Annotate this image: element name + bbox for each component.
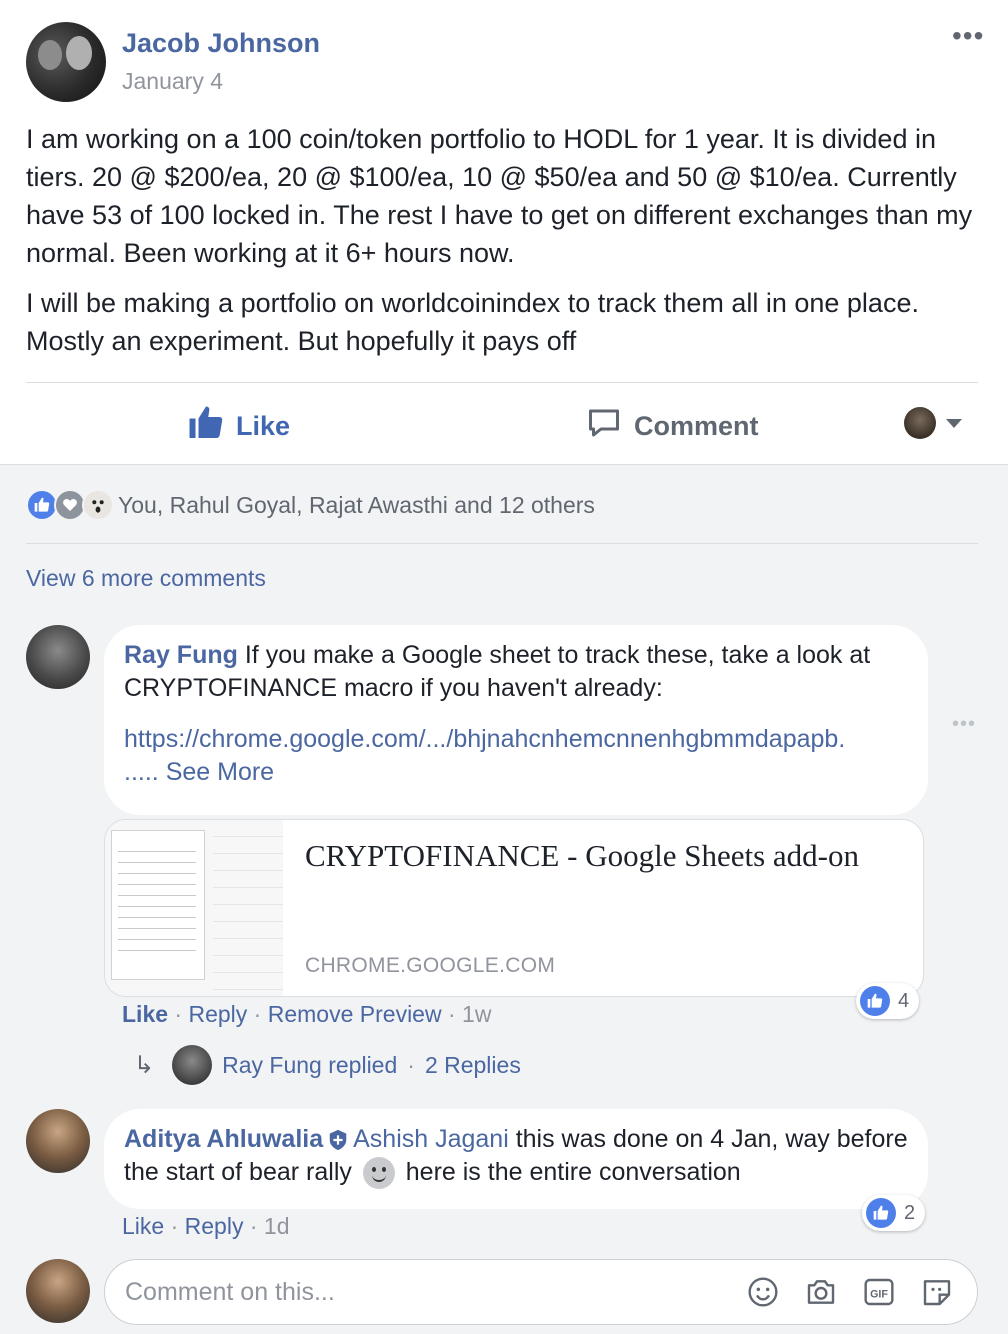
emoji-icon[interactable] — [745, 1274, 781, 1310]
like-icon — [866, 1198, 896, 1228]
comment-reply-link[interactable]: Reply — [188, 1001, 247, 1027]
post-author[interactable]: Jacob Johnson — [122, 28, 320, 59]
replies-count: 2 Replies — [424, 1051, 521, 1078]
current-user-avatar — [904, 407, 936, 439]
comment-button-label: Comment — [634, 411, 759, 441]
reactions-summary[interactable]: You, Rahul Goyal, Rajat Awasthi and 12 o… — [26, 489, 595, 521]
sticker-icon[interactable] — [919, 1274, 955, 1310]
action-bar: Like Comment — [0, 383, 1008, 464]
reaction-icons — [26, 489, 114, 521]
preview-thumbnail — [105, 820, 283, 996]
comment-like-link[interactable]: Like — [122, 1001, 168, 1027]
link-preview-card[interactable]: CRYPTOFINANCE - Google Sheets add-on CHR… — [104, 819, 924, 997]
post-date[interactable]: January 4 — [122, 68, 223, 95]
commenter-name[interactable]: Aditya Ahluwalia — [124, 1125, 323, 1153]
commenter-avatar[interactable] — [26, 625, 90, 689]
reply-avatar — [172, 1045, 213, 1085]
post-paragraph-2: I will be making a portfolio on worldcoi… — [26, 288, 919, 356]
verified-badge-icon — [327, 1129, 349, 1151]
comment-like-link[interactable]: Like — [122, 1213, 164, 1239]
like-count-value: 2 — [904, 1201, 916, 1224]
comments-section: You, Rahul Goyal, Rajat Awasthi and 12 o… — [0, 464, 1008, 1334]
mention-link[interactable]: Ashish Jagani — [353, 1125, 509, 1153]
comment-bubble: Aditya Ahluwalia Ashish Jagani this was d… — [104, 1109, 928, 1209]
composer-tools: GIF — [745, 1274, 955, 1310]
view-more-comments-link[interactable]: View 6 more comments — [26, 565, 266, 592]
comment-composer[interactable]: GIF — [104, 1259, 978, 1325]
comment-input[interactable] — [125, 1270, 725, 1314]
sheet-thumbnail-image — [111, 830, 205, 980]
more-dots-icon[interactable]: ••• — [952, 22, 984, 50]
comment-options-icon[interactable]: ••• — [952, 713, 976, 736]
gif-icon[interactable]: GIF — [861, 1274, 897, 1310]
chevron-down-icon — [946, 418, 962, 428]
remove-preview-link[interactable]: Remove Preview — [268, 1001, 442, 1027]
author-avatar[interactable] — [26, 22, 106, 102]
current-user-avatar — [26, 1259, 90, 1323]
comment-ellipsis: ..... — [124, 758, 166, 786]
like-count-value: 4 — [898, 989, 910, 1012]
like-icon — [860, 986, 890, 1016]
comment-actions: Like · Reply · 1d — [122, 1213, 290, 1239]
comment-actions: Like · Reply · Remove Preview · 1w — [122, 1001, 492, 1027]
wow-icon — [82, 489, 114, 521]
post-card: Jacob Johnson January 4 ••• I am working… — [0, 0, 1008, 464]
see-more-link[interactable]: See More — [166, 758, 274, 786]
comment-reply-link[interactable]: Reply — [185, 1213, 244, 1239]
like-button[interactable]: Like — [188, 405, 290, 448]
reactions-text: You, Rahul Goyal, Rajat Awasthi and 12 o… — [118, 491, 595, 518]
sheet-grid-image — [213, 820, 283, 996]
comment-like-count[interactable]: 2 — [862, 1195, 926, 1231]
commenter-avatar[interactable] — [26, 1109, 90, 1173]
comment-link-url[interactable]: https://chrome.google.com/.../bhjnahcnhe… — [124, 725, 845, 753]
comment-time[interactable]: 1w — [462, 1001, 491, 1027]
divider — [26, 543, 978, 544]
comment-bubble: Ray Fung If you make a Google sheet to t… — [104, 625, 928, 815]
comment-time[interactable]: 1d — [264, 1213, 290, 1239]
replies-author: Ray Fung replied — [222, 1051, 398, 1078]
comment-like-count[interactable]: 4 — [856, 983, 920, 1019]
smiley-emoji-icon — [362, 1157, 395, 1190]
thumbs-up-icon — [188, 405, 224, 448]
post-body: I am working on a 100 coin/token portfol… — [26, 120, 986, 372]
reply-arrow-icon: ↳ — [134, 1051, 155, 1079]
camera-icon[interactable] — [803, 1274, 839, 1310]
react-as-selector[interactable] — [904, 407, 962, 439]
commenter-name[interactable]: Ray Fung — [124, 641, 238, 669]
preview-title: CRYPTOFINANCE - Google Sheets add-on — [305, 838, 859, 873]
post-paragraph-1: I am working on a 100 coin/token portfol… — [26, 124, 973, 268]
comment-button[interactable]: Comment — [586, 405, 759, 448]
comment-link[interactable]: https://chrome.google.com/.../bhjnahcnhe… — [124, 723, 908, 789]
comment-bubble-icon — [586, 405, 622, 448]
preview-domain: CHROME.GOOGLE.COM — [305, 954, 556, 977]
replies-link[interactable]: ↳ Ray Fung replied · 2 Replies — [134, 1045, 521, 1085]
comment-text-end: here is the entire conversation — [398, 1158, 741, 1186]
like-button-label: Like — [236, 411, 291, 441]
svg-text:GIF: GIF — [870, 1288, 888, 1300]
